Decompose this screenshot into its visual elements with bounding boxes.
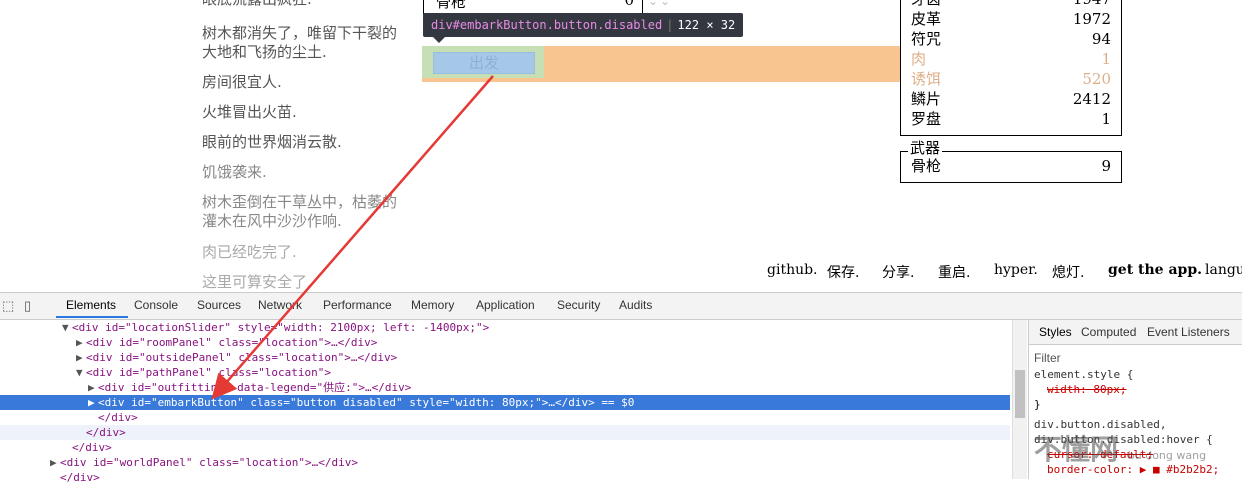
arrow-line <box>211 75 494 400</box>
annotation-arrow <box>211 75 494 400</box>
